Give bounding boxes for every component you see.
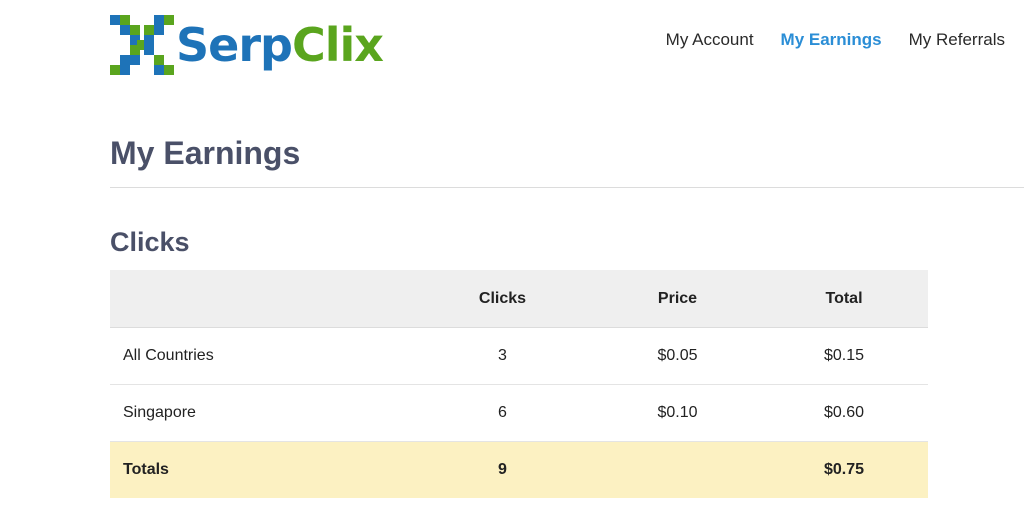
nav-my-earnings[interactable]: My Earnings: [781, 30, 882, 50]
logo-text: SerpClix: [176, 22, 384, 68]
row-country-label: Singapore: [110, 384, 410, 442]
logo-mark-icon: [110, 15, 174, 75]
column-header-clicks: Clicks: [410, 270, 595, 328]
table-row: Singapore 6 $0.10 $0.60: [110, 384, 928, 442]
row-price-value: $0.10: [595, 384, 760, 442]
main-nav: My Account My Earnings My Referrals: [666, 30, 1005, 50]
row-country-label: All Countries: [110, 327, 410, 385]
row-clicks-value: 6: [410, 384, 595, 442]
clicks-section-title: Clicks: [110, 227, 190, 257]
serpclix-logo[interactable]: SerpClix: [110, 14, 384, 76]
title-divider: [110, 187, 1024, 188]
column-header-label: [110, 270, 410, 328]
site-header: SerpClix My Account My Earnings My Refer…: [0, 0, 1024, 90]
row-total-value: $0.15: [760, 327, 928, 385]
totals-label: Totals: [110, 441, 410, 498]
nav-my-account[interactable]: My Account: [666, 30, 754, 50]
logo-text-serp: Serp: [176, 18, 293, 72]
totals-row: Totals 9 $0.75: [110, 441, 928, 498]
totals-total-value: $0.75: [760, 441, 928, 498]
clicks-table: Clicks Price Total All Countries 3 $0.05…: [110, 270, 928, 498]
nav-my-referrals[interactable]: My Referrals: [909, 30, 1005, 50]
logo-text-clix: Clix: [291, 18, 384, 72]
page-title: My Earnings: [110, 135, 301, 171]
table-header-row: Clicks Price Total: [110, 270, 928, 328]
totals-clicks-value: 9: [410, 441, 595, 498]
row-price-value: $0.05: [595, 327, 760, 385]
totals-price-value: [595, 441, 760, 498]
table-row: All Countries 3 $0.05 $0.15: [110, 327, 928, 385]
row-total-value: $0.60: [760, 384, 928, 442]
row-clicks-value: 3: [410, 327, 595, 385]
column-header-total: Total: [760, 270, 928, 328]
column-header-price: Price: [595, 270, 760, 328]
